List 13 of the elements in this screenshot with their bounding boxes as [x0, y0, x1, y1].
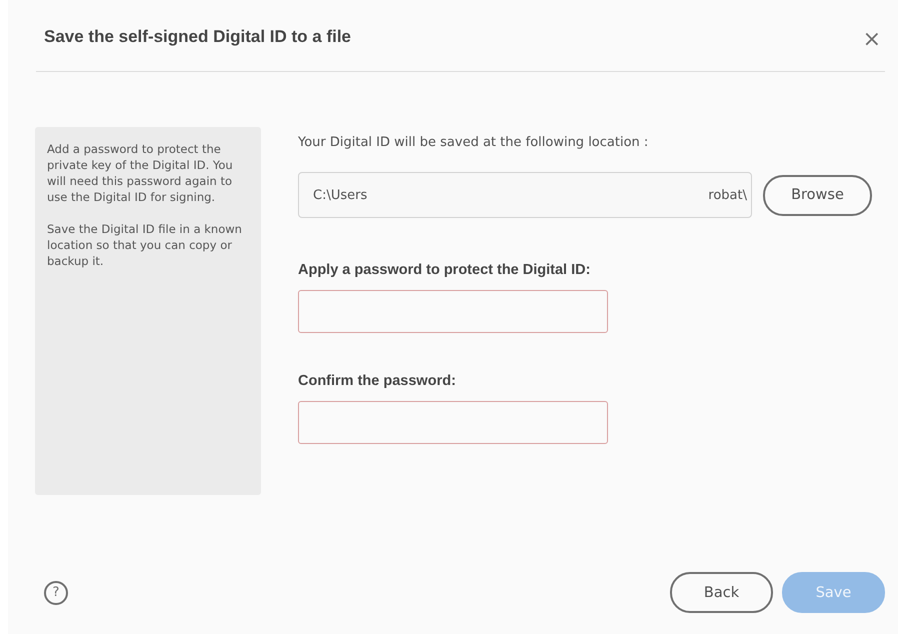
- close-button[interactable]: ×: [858, 27, 885, 52]
- back-button[interactable]: Back: [670, 572, 773, 613]
- field-label: Confirm the password:: [298, 373, 456, 389]
- dialog-title: Save the self-signed Digital ID to a file: [44, 26, 352, 46]
- password-field[interactable]: [298, 290, 608, 333]
- field-label: Apply a password to protect the Digital ID:: [298, 262, 590, 278]
- browse-button[interactable]: Browse: [763, 174, 872, 216]
- password-field[interactable]: [298, 401, 608, 444]
- info-text: Save the Digital ID file in a known location so that you can copy or backup it.: [47, 221, 243, 269]
- location-label: Your Digital ID will be saved at the following location :: [298, 135, 648, 150]
- info-text: Add a password to protect the private key of the Digital ID. You will need this password again to use the Digital ID for signing.: [47, 141, 234, 205]
- help-button[interactable]: ?: [44, 580, 68, 604]
- path-field[interactable]: C:\Users robat\: [298, 172, 752, 218]
